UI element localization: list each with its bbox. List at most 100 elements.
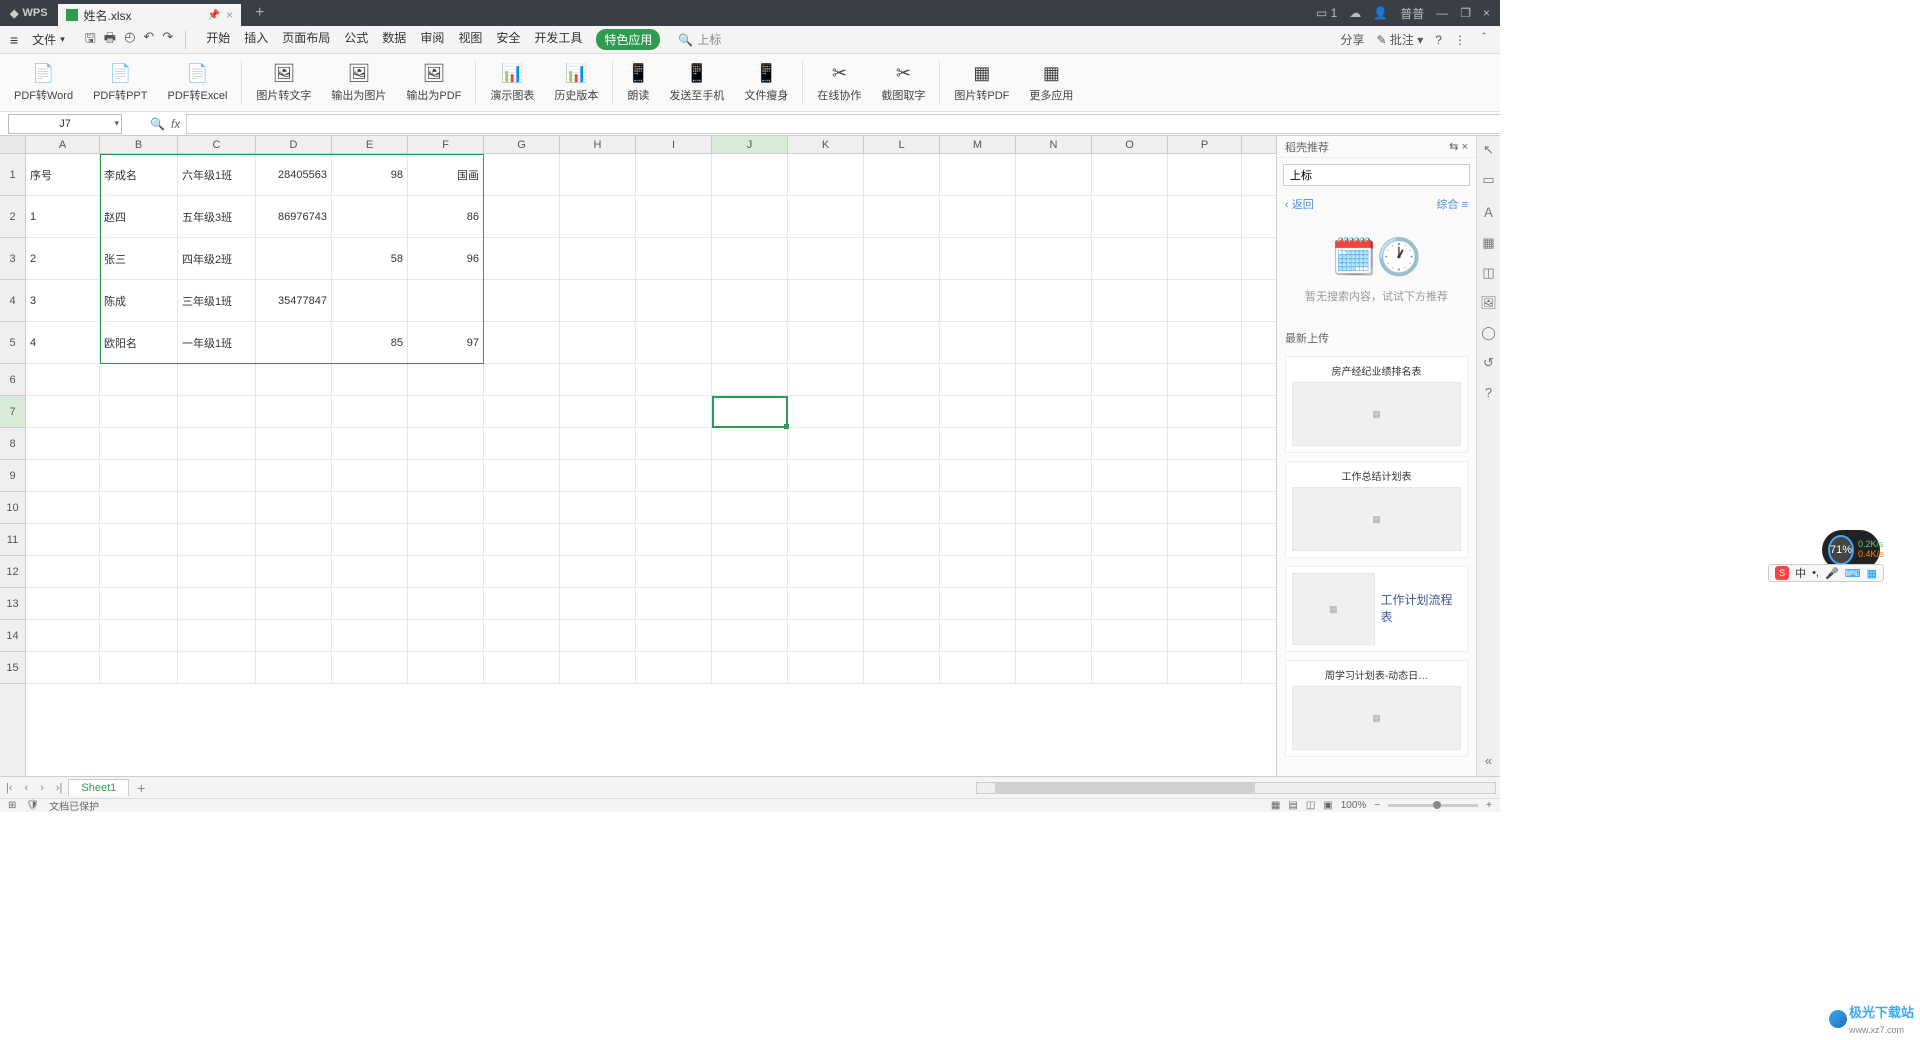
cell[interactable] — [484, 196, 560, 237]
print-preview-icon[interactable]: ◴ — [124, 29, 135, 51]
cell[interactable] — [178, 492, 256, 523]
cell[interactable] — [484, 492, 560, 523]
cell[interactable]: 李成名 — [100, 154, 178, 195]
cell[interactable] — [940, 524, 1016, 555]
cell[interactable] — [712, 428, 788, 459]
ribbon-button[interactable]: ✂在线协作 — [807, 61, 871, 105]
cell[interactable] — [864, 396, 940, 427]
cell[interactable] — [788, 492, 864, 523]
cell[interactable] — [332, 396, 408, 427]
zoom-slider[interactable] — [1388, 804, 1478, 807]
row-header[interactable]: 1 — [0, 154, 25, 196]
cell[interactable] — [1168, 588, 1242, 619]
cell[interactable] — [484, 428, 560, 459]
minimize-button[interactable]: — — [1436, 6, 1448, 20]
cell[interactable] — [100, 620, 178, 651]
cell[interactable] — [484, 396, 560, 427]
cell[interactable] — [408, 620, 484, 651]
ribbon-tab-active[interactable]: 特色应用 — [596, 29, 660, 50]
cell[interactable] — [560, 460, 636, 491]
cell[interactable] — [332, 460, 408, 491]
cell[interactable] — [788, 154, 864, 195]
ribbon-button[interactable]: 📄PDF转PPT — [83, 61, 157, 105]
cell[interactable] — [864, 154, 940, 195]
cell[interactable] — [484, 588, 560, 619]
panel-settings-icon[interactable]: ⇆ — [1449, 141, 1458, 153]
search-box[interactable]: 🔍 上标 — [678, 31, 721, 48]
cell[interactable]: 国画 — [408, 154, 484, 195]
cell[interactable]: 86 — [408, 196, 484, 237]
more-icon[interactable]: ⋮ — [1454, 33, 1466, 47]
cell[interactable] — [940, 492, 1016, 523]
cell[interactable] — [788, 556, 864, 587]
cell[interactable] — [788, 620, 864, 651]
cell[interactable] — [1092, 364, 1168, 395]
menu-icon[interactable]: ≡ — [10, 32, 18, 48]
ribbon-tab[interactable]: 页面布局 — [282, 29, 330, 50]
first-sheet-icon[interactable]: |‹ — [0, 782, 19, 794]
cell[interactable] — [560, 280, 636, 321]
cell[interactable] — [256, 652, 332, 683]
cell[interactable] — [864, 492, 940, 523]
help-icon[interactable]: ? — [1435, 33, 1442, 47]
ribbon-tab[interactable]: 插入 — [244, 29, 268, 50]
cell[interactable] — [560, 322, 636, 363]
cell[interactable] — [864, 460, 940, 491]
cell[interactable] — [1168, 620, 1242, 651]
row-header[interactable]: 8 — [0, 428, 25, 460]
row-header[interactable]: 15 — [0, 652, 25, 684]
cell[interactable] — [1092, 588, 1168, 619]
column-header[interactable]: P — [1168, 136, 1242, 153]
cell[interactable] — [178, 652, 256, 683]
cell[interactable] — [864, 322, 940, 363]
cell[interactable] — [560, 396, 636, 427]
cell[interactable] — [332, 556, 408, 587]
row-header[interactable]: 11 — [0, 524, 25, 556]
cell[interactable] — [940, 238, 1016, 279]
cell[interactable] — [484, 280, 560, 321]
cell[interactable] — [560, 196, 636, 237]
cell[interactable] — [332, 620, 408, 651]
row-header[interactable]: 2 — [0, 196, 25, 238]
name-box[interactable]: J7 ▾ — [8, 114, 122, 134]
cell[interactable] — [560, 588, 636, 619]
cell[interactable] — [712, 364, 788, 395]
cell[interactable] — [864, 588, 940, 619]
cell[interactable] — [712, 280, 788, 321]
cell[interactable]: 28405563 — [256, 154, 332, 195]
cell[interactable] — [100, 492, 178, 523]
cell[interactable] — [100, 364, 178, 395]
reading-mode-icon[interactable]: ▣ — [1323, 800, 1332, 811]
cell[interactable] — [332, 364, 408, 395]
cell[interactable] — [940, 364, 1016, 395]
ribbon-button[interactable]: 📊演示图表 — [480, 61, 544, 105]
cell[interactable] — [1092, 652, 1168, 683]
cell[interactable] — [26, 556, 100, 587]
cell[interactable]: 4 — [26, 322, 100, 363]
namebox-dropdown-icon[interactable]: ▾ — [114, 118, 119, 129]
cell[interactable] — [1092, 524, 1168, 555]
cell[interactable] — [178, 396, 256, 427]
cell[interactable] — [100, 396, 178, 427]
cell[interactable] — [1168, 154, 1242, 195]
cell[interactable] — [1016, 652, 1092, 683]
cell[interactable] — [940, 428, 1016, 459]
cell[interactable] — [178, 460, 256, 491]
cell[interactable]: 欧阳名 — [100, 322, 178, 363]
column-header[interactable]: D — [256, 136, 332, 153]
view-split-icon[interactable]: ◫ — [1306, 800, 1315, 811]
table-icon[interactable]: ▦ — [1482, 235, 1494, 251]
next-sheet-icon[interactable]: › — [34, 782, 50, 794]
cell[interactable] — [560, 154, 636, 195]
sheet-tab[interactable]: Sheet1 — [68, 779, 129, 796]
zoom-in-button[interactable]: + — [1486, 800, 1492, 811]
cell[interactable] — [484, 556, 560, 587]
cell[interactable] — [256, 460, 332, 491]
cell[interactable]: 85 — [332, 322, 408, 363]
cell[interactable] — [712, 154, 788, 195]
cell[interactable] — [636, 588, 712, 619]
cell[interactable] — [560, 652, 636, 683]
cell[interactable] — [1168, 460, 1242, 491]
cell[interactable] — [332, 524, 408, 555]
ime-punct-icon[interactable]: •, — [1812, 567, 1819, 579]
